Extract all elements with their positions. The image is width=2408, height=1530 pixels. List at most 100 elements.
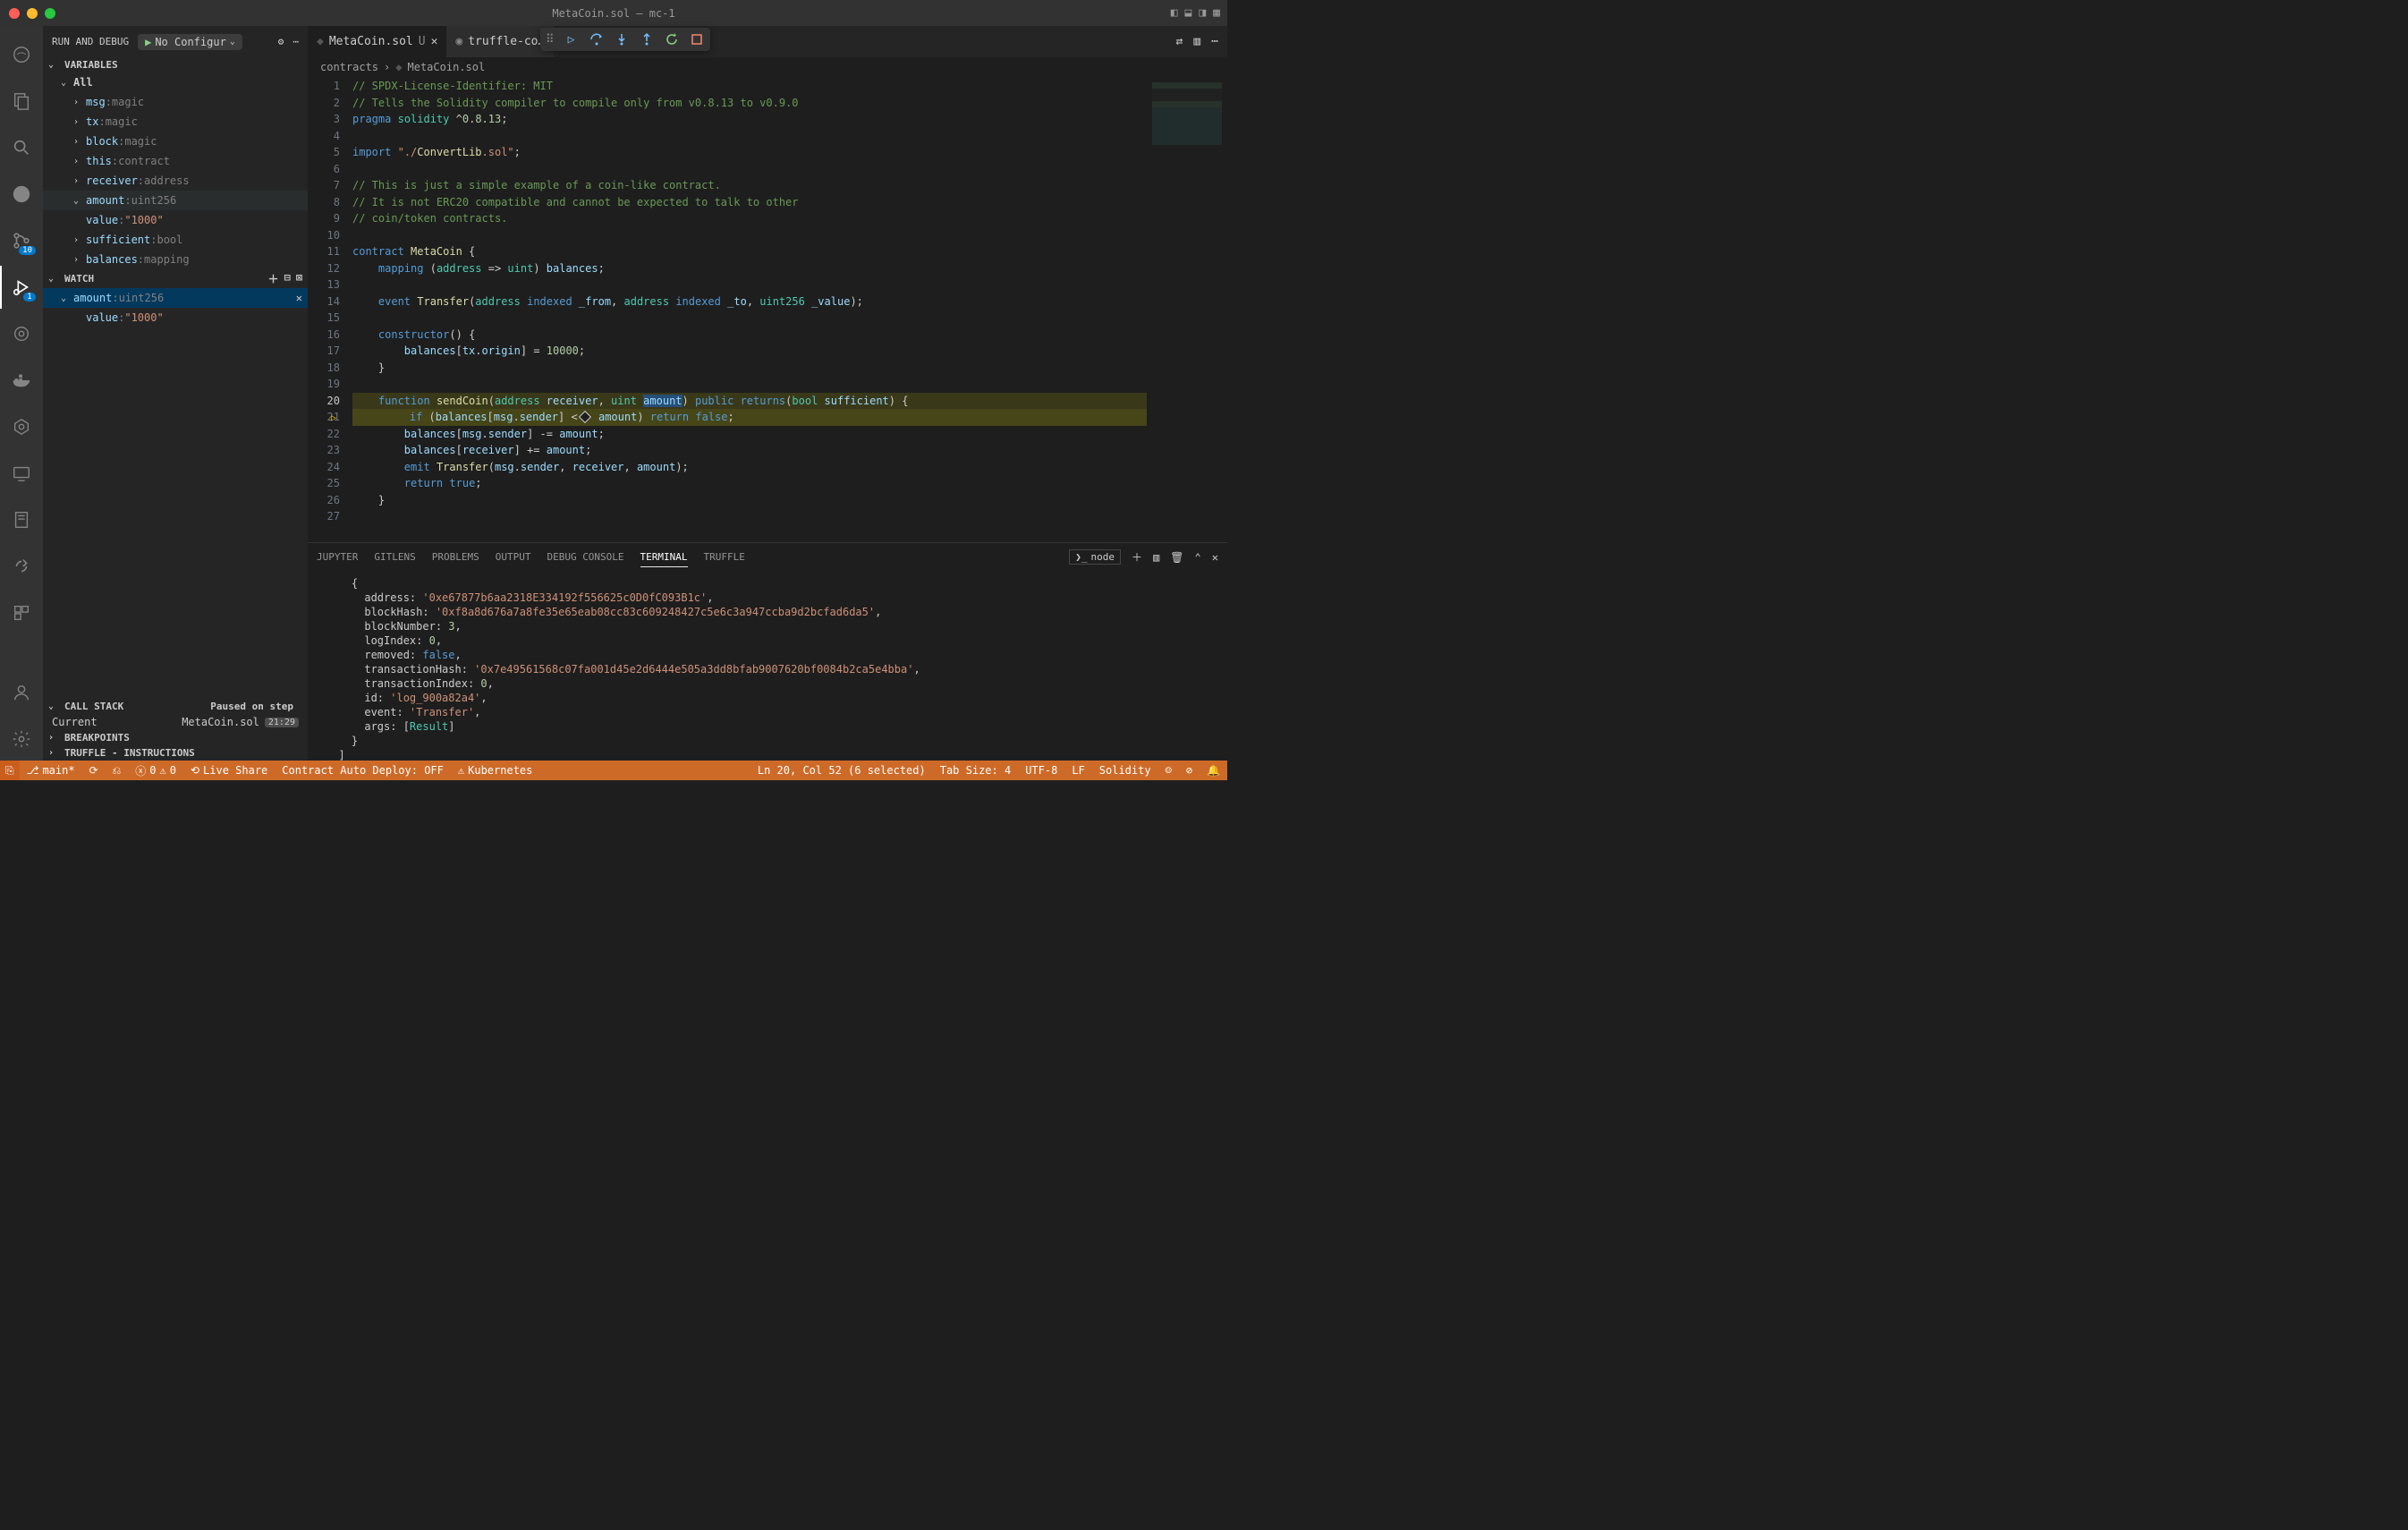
code-content[interactable]: // SPDX-License-Identifier: MIT// Tells …: [352, 77, 1147, 542]
variable-tx[interactable]: ›tx: magic: [43, 112, 308, 132]
activity-liveshare-icon[interactable]: [0, 545, 43, 588]
truffle-instr-section-header[interactable]: › TRUFFLE - INSTRUCTIONS: [43, 745, 308, 761]
status-language[interactable]: Solidity: [1092, 764, 1158, 777]
restart-button[interactable]: [664, 31, 680, 47]
layout-panel-icon[interactable]: ⬓: [1185, 6, 1192, 20]
status-branch[interactable]: ⎇ main*: [20, 761, 82, 780]
status-prettier-icon[interactable]: ⊘: [1179, 764, 1200, 777]
breakpoints-section-header[interactable]: › BREAKPOINTS: [43, 730, 308, 745]
layout-primary-icon[interactable]: ◧: [1171, 6, 1178, 20]
breadcrumb-folder[interactable]: contracts: [320, 61, 378, 73]
add-watch-icon[interactable]: ＋: [268, 271, 279, 286]
status-sync[interactable]: ⟳: [82, 761, 106, 780]
step-over-button[interactable]: [589, 31, 605, 47]
status-eol[interactable]: LF: [1064, 764, 1091, 777]
activity-account-icon[interactable]: [0, 671, 43, 714]
split-terminal-icon[interactable]: ▥: [1153, 551, 1159, 564]
minimap[interactable]: [1147, 77, 1227, 542]
continue-button[interactable]: ▷: [564, 31, 580, 47]
editor[interactable]: 1234567891011121314151617181920212223242…: [308, 77, 1227, 542]
variable-receiver[interactable]: ›receiver: address: [43, 171, 308, 191]
activity-settings-icon[interactable]: [0, 718, 43, 761]
breadcrumb[interactable]: contracts › ◆ MetaCoin.sol: [308, 57, 1227, 77]
activity-overflow-icon[interactable]: [0, 591, 43, 634]
activity-github-icon[interactable]: [0, 173, 43, 216]
variables-section-header[interactable]: ⌄ VARIABLES: [43, 57, 308, 72]
grip-icon[interactable]: ⠿: [546, 33, 555, 47]
more-icon[interactable]: ⋯: [293, 36, 299, 47]
variable-balances[interactable]: ›balances: mapping: [43, 250, 308, 269]
gear-icon[interactable]: ⚙: [278, 36, 284, 47]
variable-amount-value[interactable]: value: "1000": [43, 210, 308, 230]
close-panel-icon[interactable]: ✕: [1212, 551, 1218, 564]
breadcrumb-file[interactable]: MetaCoin.sol: [408, 61, 486, 73]
activity-debug-icon[interactable]: 1: [0, 266, 43, 309]
status-bell-icon[interactable]: 🔔: [1200, 764, 1227, 777]
compare-icon[interactable]: ⇄: [1176, 35, 1183, 48]
terminal[interactable]: { address: '0xe67877b6aa2318E334192f5566…: [308, 571, 1227, 761]
status-encoding[interactable]: UTF-8: [1018, 764, 1064, 777]
variable-msg[interactable]: ›msg: magic: [43, 92, 308, 112]
split-editor-icon[interactable]: ▥: [1193, 35, 1200, 48]
debug-config-picker[interactable]: ▶ No Configur ⌄: [138, 34, 242, 50]
variable-sufficient[interactable]: ›sufficient: bool: [43, 230, 308, 250]
panel-tab-debug-console[interactable]: DEBUG CONSOLE: [547, 548, 623, 566]
step-out-button[interactable]: [639, 31, 655, 47]
watch-item-amount-value[interactable]: value: "1000": [43, 308, 308, 327]
debug-toolbar[interactable]: ⠿ ▷: [540, 28, 710, 51]
status-deploy[interactable]: Contract Auto Deploy: OFF: [275, 761, 451, 780]
chevron-right-icon: ›: [73, 176, 84, 186]
remote-indicator[interactable]: ⎘: [0, 761, 20, 780]
activity-explorer-icon[interactable]: [0, 80, 43, 123]
activity-kubernetes-icon[interactable]: [0, 405, 43, 448]
panel-tab-truffle[interactable]: TRUFFLE: [704, 548, 745, 566]
variable-block[interactable]: ›block: magic: [43, 132, 308, 151]
layout-customize-icon[interactable]: ▦: [1213, 6, 1220, 20]
panel-tab-output[interactable]: OUTPUT: [496, 548, 531, 566]
maximize-panel-icon[interactable]: ⌃: [1195, 551, 1201, 564]
variable-amount[interactable]: ⌄amount: uint256: [43, 191, 308, 210]
panel-tab-problems[interactable]: PROBLEMS: [432, 548, 479, 566]
remove-all-icon[interactable]: ⊠: [296, 271, 302, 286]
terminal-picker[interactable]: ❯_ node: [1069, 549, 1121, 565]
window-zoom-icon[interactable]: [45, 8, 55, 19]
activity-search-icon[interactable]: [0, 126, 43, 169]
activity-extensions-icon[interactable]: [0, 312, 43, 355]
status-feedback-icon[interactable]: ☺: [1158, 764, 1179, 777]
chevron-down-icon: ⌄: [61, 293, 72, 303]
callstack-section-header[interactable]: ⌄ CALL STACK Paused on step: [43, 699, 308, 714]
activity-truffle-icon[interactable]: [0, 33, 43, 76]
collapse-icon[interactable]: ⊟: [284, 271, 291, 286]
callstack-frame[interactable]: Current MetaCoin.sol 21:29: [43, 714, 308, 730]
activity-docker-icon[interactable]: [0, 359, 43, 402]
window-close-icon[interactable]: [9, 8, 20, 19]
variable-this[interactable]: ›this: contract: [43, 151, 308, 171]
status-kubernetes[interactable]: ⚠ Kubernetes: [451, 761, 539, 780]
tab-truffle-config[interactable]: ◉ truffle-co…: [446, 26, 554, 57]
window-minimize-icon[interactable]: [27, 8, 38, 19]
panel-tab-terminal[interactable]: TERMINAL: [640, 548, 688, 567]
activity-scm-icon[interactable]: 10: [0, 219, 43, 262]
status-errors[interactable]: ⓧ0 ⚠0: [128, 761, 183, 780]
play-icon: ▶: [145, 36, 151, 48]
activity-remote-icon[interactable]: [0, 452, 43, 495]
status-liveshare[interactable]: ⟲ Live Share: [183, 761, 275, 780]
more-icon[interactable]: ⋯: [1211, 35, 1218, 48]
panel-tab-gitlens[interactable]: GITLENS: [374, 548, 415, 566]
watch-section-header[interactable]: ⌄ WATCH ＋ ⊟ ⊠: [43, 269, 308, 288]
stop-button[interactable]: [689, 31, 705, 47]
kill-terminal-icon[interactable]: 🗑: [1170, 551, 1183, 564]
watch-item-amount[interactable]: ⌄ amount: uint256 ✕: [43, 288, 308, 308]
close-icon[interactable]: ✕: [296, 292, 302, 304]
status-tabsize[interactable]: Tab Size: 4: [933, 764, 1018, 777]
new-terminal-icon[interactable]: ＋: [1132, 549, 1142, 565]
activity-bookmarks-icon[interactable]: [0, 498, 43, 541]
layout-secondary-icon[interactable]: ◨: [1199, 6, 1206, 20]
tab-metacoin[interactable]: ◆ MetaCoin.sol U ✕: [308, 26, 446, 57]
step-into-button[interactable]: [614, 31, 630, 47]
variables-scope[interactable]: ⌄ All: [43, 72, 308, 92]
panel-tab-jupyter[interactable]: JUPYTER: [317, 548, 358, 566]
status-graph[interactable]: ⎌: [106, 761, 129, 780]
status-position[interactable]: Ln 20, Col 52 (6 selected): [750, 764, 933, 777]
close-tab-icon[interactable]: ✕: [431, 35, 438, 48]
